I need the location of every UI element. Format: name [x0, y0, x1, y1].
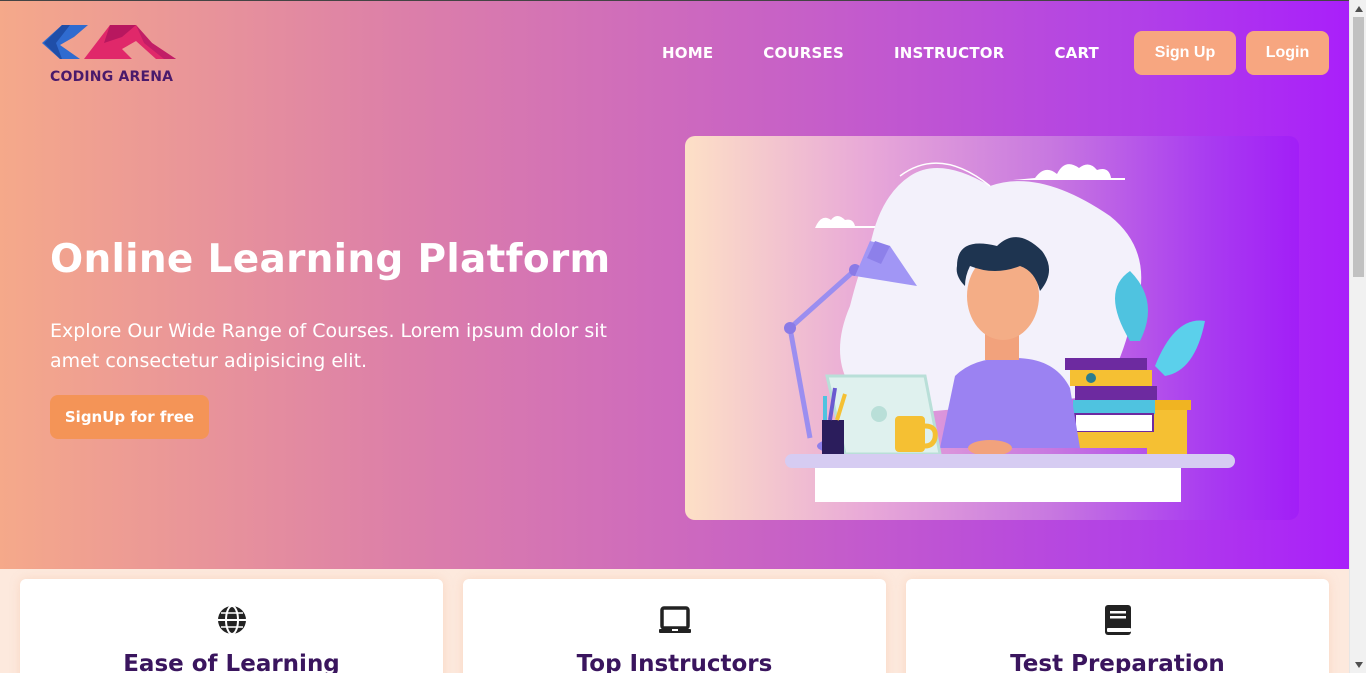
laptop-icon: [658, 604, 692, 640]
page-viewport: CODING ARENA HOME COURSES INSTRUCTOR CAR…: [0, 0, 1349, 673]
vertical-scrollbar[interactable]: [1349, 0, 1366, 673]
globe-icon: [216, 604, 248, 640]
nav-link-courses[interactable]: COURSES: [763, 44, 844, 62]
signup-free-button[interactable]: SignUp for free: [50, 395, 209, 439]
hero-illustration: [685, 136, 1299, 520]
brand-name: CODING ARENA: [50, 69, 174, 85]
hero-title: Online Learning Platform: [50, 237, 611, 282]
hero-subtitle: Explore Our Wide Range of Courses. Lorem…: [50, 320, 607, 372]
feature-card-ease: Ease of Learning: [20, 579, 443, 673]
feature-card-instructors: Top Instructors: [463, 579, 886, 673]
hero-section: CODING ARENA HOME COURSES INSTRUCTOR CAR…: [0, 0, 1349, 569]
nav-link-home[interactable]: HOME: [662, 44, 713, 62]
student-desk-illustration: [784, 162, 1235, 502]
feature-title-ease: Ease of Learning: [123, 651, 340, 673]
feature-card-test-prep: Test Preparation: [906, 579, 1329, 673]
signup-button[interactable]: Sign Up: [1134, 31, 1236, 75]
brand-logo[interactable]: CODING ARENA: [40, 19, 185, 89]
logo-mark-icon: [42, 25, 176, 59]
login-button[interactable]: Login: [1246, 31, 1329, 75]
nav-link-instructor[interactable]: INSTRUCTOR: [894, 44, 1004, 62]
nav-link-cart[interactable]: CART: [1054, 44, 1099, 62]
scrollbar-thumb[interactable]: [1353, 17, 1364, 277]
main-nav: HOME COURSES INSTRUCTOR CART Sign Up Log…: [662, 31, 1329, 75]
book-icon: [1103, 604, 1133, 640]
scroll-up-icon[interactable]: [1350, 0, 1366, 17]
scroll-down-icon[interactable]: [1350, 656, 1366, 673]
feature-title-instructors: Top Instructors: [576, 651, 773, 673]
feature-title-test-prep: Test Preparation: [1010, 651, 1225, 673]
